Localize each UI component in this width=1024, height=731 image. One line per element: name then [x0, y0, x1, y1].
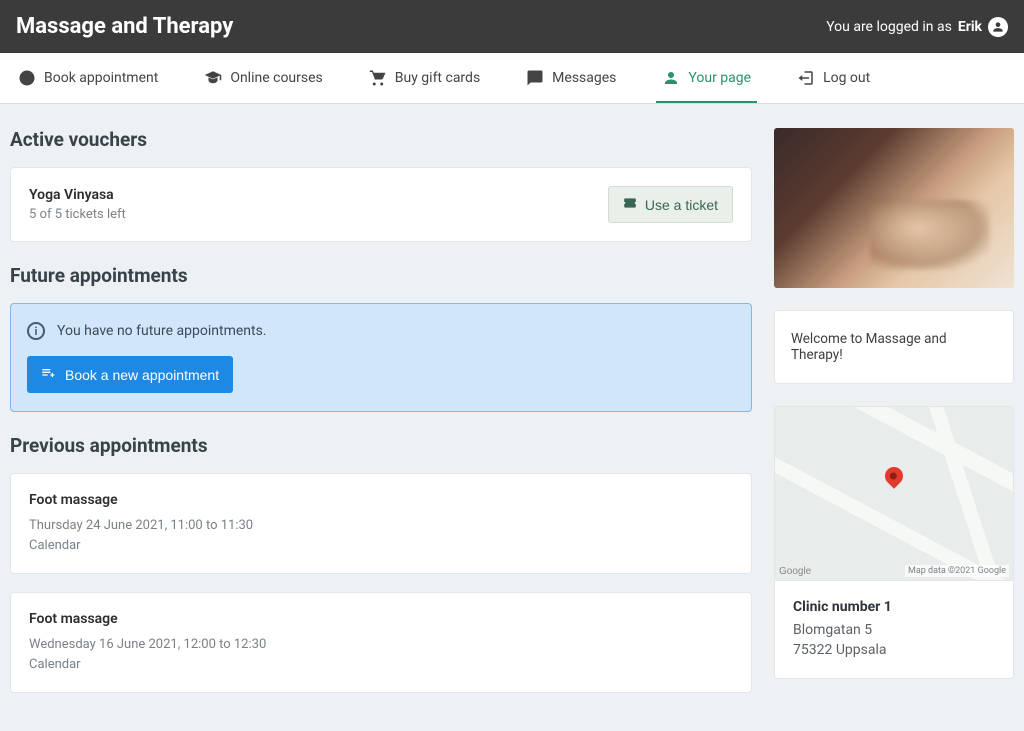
hero-image — [774, 128, 1014, 288]
clinic-postal: 75322 Uppsala — [793, 641, 995, 661]
voucher-info: Yoga Vinyasa 5 of 5 tickets left — [29, 187, 126, 222]
previous-title: Foot massage — [29, 611, 733, 627]
previous-when: Wednesday 16 June 2021, 12:00 to 12:30 — [29, 635, 733, 655]
clinic-street: Blomgatan 5 — [793, 621, 995, 641]
nav-label: Log out — [823, 70, 870, 86]
nav-label: Buy gift cards — [395, 70, 480, 86]
use-ticket-button[interactable]: Use a ticket — [608, 186, 733, 223]
avatar-icon[interactable] — [988, 17, 1008, 37]
info-icon: i — [27, 322, 45, 340]
future-empty-row: i You have no future appointments. — [27, 322, 735, 340]
nav-buy-gift-cards[interactable]: Buy gift cards — [363, 53, 486, 103]
welcome-card: Welcome to Massage and Therapy! — [774, 310, 1014, 384]
nav-label: Online courses — [230, 70, 322, 86]
main-content: Active vouchers Yoga Vinyasa 5 of 5 tick… — [0, 104, 1024, 731]
nav-log-out[interactable]: Log out — [791, 53, 876, 103]
person-icon — [662, 69, 680, 87]
cart-icon — [369, 69, 387, 87]
nav-label: Your page — [688, 70, 751, 86]
left-column: Active vouchers Yoga Vinyasa 5 of 5 tick… — [10, 128, 752, 711]
previous-appointment-card[interactable]: Foot massage Wednesday 16 June 2021, 12:… — [10, 592, 752, 693]
previous-calendar-link[interactable]: Calendar — [29, 655, 733, 675]
book-new-label: Book a new appointment — [65, 367, 219, 383]
login-username: Erik — [958, 19, 982, 35]
voucher-title: Yoga Vinyasa — [29, 187, 126, 203]
previous-appointments-heading: Previous appointments — [10, 434, 752, 457]
use-ticket-label: Use a ticket — [645, 197, 718, 213]
nav-label: Book appointment — [44, 70, 158, 86]
chat-icon — [526, 69, 544, 87]
clinic-card: Clinic number 1 Blomgatan 5 75322 Uppsal… — [774, 581, 1014, 679]
clinic-name: Clinic number 1 — [793, 599, 995, 615]
main-nav: Book appointment Online courses Buy gift… — [0, 53, 1024, 104]
logout-icon — [797, 69, 815, 87]
nav-your-page[interactable]: Your page — [656, 53, 757, 103]
map-widget[interactable]: Google Map data ©2021 Google — [774, 406, 1014, 581]
map-attribution: Map data ©2021 Google — [905, 565, 1009, 577]
previous-appointment-card[interactable]: Foot massage Thursday 24 June 2021, 11:0… — [10, 473, 752, 574]
login-status: You are logged in as Erik — [826, 17, 1008, 37]
nav-messages[interactable]: Messages — [520, 53, 622, 103]
map-provider-logo: Google — [779, 566, 811, 577]
ticket-icon — [623, 196, 637, 213]
nav-book-appointment[interactable]: Book appointment — [12, 53, 164, 103]
previous-when: Thursday 24 June 2021, 11:00 to 11:30 — [29, 516, 733, 536]
previous-calendar-link[interactable]: Calendar — [29, 536, 733, 556]
future-empty-box: i You have no future appointments. Book … — [10, 303, 752, 412]
plus-circle-icon — [18, 69, 36, 87]
welcome-text: Welcome to Massage and Therapy! — [791, 331, 947, 363]
graduation-cap-icon — [204, 69, 222, 87]
nav-label: Messages — [552, 70, 616, 86]
nav-online-courses[interactable]: Online courses — [198, 53, 328, 103]
right-column: Welcome to Massage and Therapy! Google M… — [774, 128, 1014, 711]
login-prefix: You are logged in as — [826, 19, 952, 35]
future-appointments-heading: Future appointments — [10, 264, 752, 287]
map-pin-icon — [881, 463, 906, 488]
book-new-appointment-button[interactable]: Book a new appointment — [27, 356, 233, 393]
voucher-card: Yoga Vinyasa 5 of 5 tickets left Use a t… — [10, 167, 752, 242]
app-header: Massage and Therapy You are logged in as… — [0, 0, 1024, 53]
future-empty-text: You have no future appointments. — [57, 323, 267, 339]
app-title: Massage and Therapy — [16, 14, 233, 39]
active-vouchers-heading: Active vouchers — [10, 128, 752, 151]
voucher-subtitle: 5 of 5 tickets left — [29, 207, 126, 222]
map-road — [774, 406, 1014, 512]
previous-title: Foot massage — [29, 492, 733, 508]
playlist-add-icon — [41, 365, 57, 384]
